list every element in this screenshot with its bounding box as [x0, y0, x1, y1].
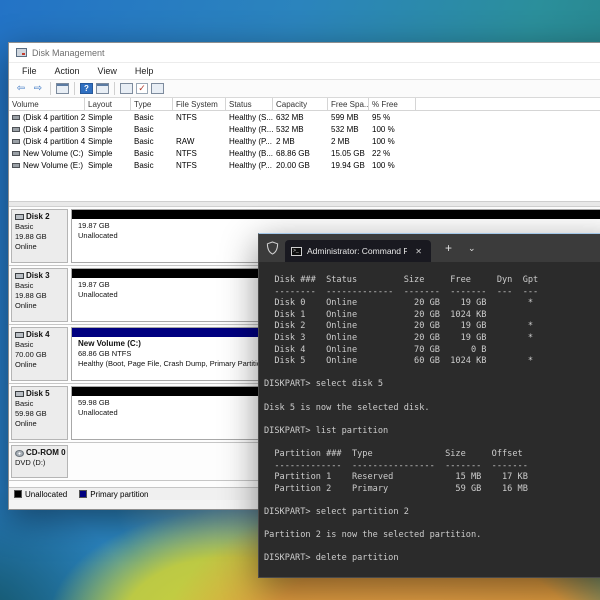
toolbar-separator: [114, 82, 115, 95]
menu-file[interactable]: File: [13, 66, 46, 76]
menu-bar: File Action View Help: [9, 63, 600, 80]
volume-icon: [12, 114, 20, 120]
primary-partition-color-swatch: [79, 490, 88, 498]
console-window-icon[interactable]: [56, 83, 69, 94]
col-capacity[interactable]: Capacity: [273, 98, 328, 110]
col-volume[interactable]: Volume: [9, 98, 85, 110]
terminal-window: >_ Administrator: Command Pror ✕ + ⌄ Dis…: [258, 233, 600, 578]
col-free-space[interactable]: Free Spa...: [328, 98, 369, 110]
volume-row[interactable]: (Disk 4 partition 2) Simple Basic NTFS H…: [9, 111, 600, 123]
window-title: Disk Management: [32, 47, 105, 58]
disk2-info-panel[interactable]: Disk 2 Basic 19.88 GB Online: [11, 209, 68, 263]
menu-view[interactable]: View: [89, 66, 126, 76]
tab-close-icon[interactable]: ✕: [412, 246, 425, 257]
volume-icon: [12, 126, 20, 132]
cmd-icon: >_: [291, 246, 302, 256]
col-status[interactable]: Status: [226, 98, 273, 110]
disk4-info-panel[interactable]: Disk 4 Basic 70.00 GB Online: [11, 327, 68, 381]
title-bar[interactable]: Disk Management: [9, 43, 600, 63]
col-pct-free[interactable]: % Free: [369, 98, 416, 110]
partition-stripe: [72, 210, 600, 219]
volume-list: Volume Layout Type File System Status Ca…: [9, 98, 600, 201]
volume-row[interactable]: New Volume (C:) Simple Basic NTFS Health…: [9, 147, 600, 159]
toolbar-separator: [50, 82, 51, 95]
diskpart-output: Disk ### Status Size Free Dyn Gpt ------…: [264, 275, 539, 564]
col-file-system[interactable]: File System: [173, 98, 226, 110]
tab-dropdown-icon[interactable]: ⌄: [464, 243, 480, 254]
menu-action[interactable]: Action: [46, 66, 89, 76]
disk-icon: [15, 273, 24, 279]
cdrom0-info-panel[interactable]: CD-ROM 0 DVD (D:): [11, 445, 68, 478]
disk-icon: [15, 391, 24, 397]
legend-primary-partition: Primary partition: [79, 490, 149, 499]
volume-list-header: Volume Layout Type File System Status Ca…: [9, 98, 600, 111]
new-tab-button[interactable]: +: [441, 241, 456, 255]
volume-row[interactable]: (Disk 4 partition 4) Simple Basic RAW He…: [9, 135, 600, 147]
admin-shield-icon: [266, 241, 279, 255]
disk-management-icon: [16, 48, 27, 57]
volume-icon: [12, 162, 20, 168]
volume-icon: [12, 138, 20, 144]
volume-row[interactable]: New Volume (E:) Simple Basic NTFS Health…: [9, 159, 600, 171]
properties-icon[interactable]: [151, 83, 164, 94]
cdrom-icon: [15, 449, 24, 457]
volume-icon: [12, 150, 20, 156]
disk5-info-panel[interactable]: Disk 5 Basic 59.98 GB Online: [11, 386, 68, 440]
back-icon[interactable]: ⇦: [14, 82, 28, 95]
col-filler: [416, 98, 600, 110]
action-menu-icon[interactable]: [120, 83, 133, 94]
col-layout[interactable]: Layout: [85, 98, 131, 110]
unallocated-color-swatch: [14, 490, 22, 498]
terminal-title-bar[interactable]: >_ Administrator: Command Pror ✕ + ⌄: [259, 234, 600, 262]
show-console-tree-icon[interactable]: [96, 83, 109, 94]
legend-unallocated: Unallocated: [14, 490, 67, 499]
col-type[interactable]: Type: [131, 98, 173, 110]
terminal-tab[interactable]: >_ Administrator: Command Pror ✕: [285, 240, 431, 262]
volume-row[interactable]: (Disk 4 partition 3) Simple Basic Health…: [9, 123, 600, 135]
toolbar-separator: [74, 82, 75, 95]
checklist-icon[interactable]: ✓: [136, 83, 148, 94]
forward-icon[interactable]: ⇨: [31, 82, 45, 95]
help-icon[interactable]: ?: [80, 83, 93, 94]
disk3-info-panel[interactable]: Disk 3 Basic 19.88 GB Online: [11, 268, 68, 322]
menu-help[interactable]: Help: [126, 66, 163, 76]
disk-icon: [15, 214, 24, 220]
disk-icon: [15, 332, 24, 338]
tab-title: Administrator: Command Pror: [307, 246, 408, 256]
toolbar: ⇦ ⇨ ? ✓: [9, 80, 600, 98]
terminal-output-area[interactable]: Disk ### Status Size Free Dyn Gpt ------…: [259, 262, 600, 577]
